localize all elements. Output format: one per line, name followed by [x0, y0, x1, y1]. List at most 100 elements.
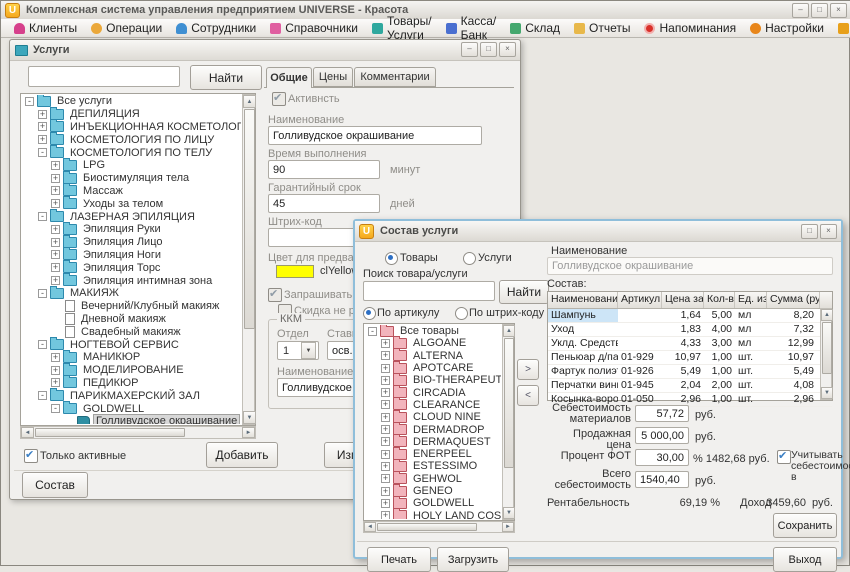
scroll-thumb[interactable] — [504, 338, 514, 468]
table-row[interactable]: Уклд. Средства 4,33 3,00 мл 12,99 — [548, 337, 832, 351]
tree-item[interactable]: + МАНИКЮР — [22, 351, 241, 364]
tree-expand-toggle[interactable]: + — [51, 263, 60, 272]
tree-item[interactable]: + GEHWOL — [365, 473, 501, 485]
tree-item[interactable]: + Биостимуляция тела — [22, 172, 241, 185]
tree-item[interactable]: + GOLDWELL — [365, 497, 501, 509]
services-close-button[interactable]: × — [499, 42, 516, 57]
menu-item[interactable]: Товары/Услуги — [365, 19, 439, 37]
tree-expand-toggle[interactable]: + — [381, 511, 390, 519]
col-sum[interactable]: Сумма (руб — [767, 292, 820, 308]
tree-expand-toggle[interactable]: + — [381, 499, 390, 508]
scroll-up-icon[interactable]: ▲ — [243, 95, 256, 108]
table-row[interactable]: Уход 1,83 4,00 мл 7,32 — [548, 323, 832, 337]
tree-expand-toggle[interactable]: + — [38, 122, 47, 131]
tree-expand-toggle[interactable]: + — [51, 353, 60, 362]
tree-item[interactable]: + Эпиляция Ноги — [22, 249, 241, 262]
tree-item[interactable]: + CIRCADIA — [365, 386, 501, 398]
tree-expand-toggle[interactable]: + — [381, 376, 390, 385]
col-article[interactable]: Артикул — [618, 292, 662, 308]
compose-button[interactable]: Состав — [22, 472, 88, 498]
tree-expand-toggle[interactable]: + — [381, 351, 390, 360]
tree-expand-toggle[interactable]: - — [38, 212, 47, 221]
menu-item[interactable]: Сервис — [831, 19, 850, 37]
tree-expand-toggle[interactable]: + — [51, 161, 60, 170]
tree-horizontal-scrollbar[interactable]: ◄ ► — [20, 426, 256, 439]
tree-item[interactable]: Вечерний/Клубный макияж — [22, 300, 241, 313]
scroll-down-icon[interactable]: ▼ — [243, 411, 256, 424]
table-row[interactable]: Шампунь 1,64 5,00 мл 8,20 — [548, 309, 832, 323]
tree-item[interactable]: + APOTCARE — [365, 362, 501, 374]
menu-item[interactable]: Сотрудники — [169, 19, 263, 37]
tree-item[interactable]: + МОДЕЛИРОВАНИЕ — [22, 364, 241, 377]
tab-comments[interactable]: Комментарии — [354, 67, 436, 87]
table-vertical-scrollbar[interactable]: ▲ ▼ — [820, 308, 832, 400]
tree-expand-toggle[interactable]: - — [51, 404, 60, 413]
tree-item[interactable]: - GOLDWELL — [22, 402, 241, 415]
scroll-right-icon[interactable]: ► — [242, 427, 255, 438]
menu-item[interactable]: Касса/Банк — [439, 19, 504, 37]
tree-item[interactable]: + Эпиляция Торс — [22, 261, 241, 274]
tree-expand-toggle[interactable]: + — [381, 437, 390, 446]
scroll-thumb[interactable] — [822, 322, 832, 374]
goods-tree-horizontal-scrollbar[interactable]: ◄ ► — [363, 521, 515, 533]
services-maximize-button[interactable]: □ — [480, 42, 497, 57]
by-article-radio[interactable] — [363, 307, 376, 320]
tree-item[interactable]: + ENERPEEL — [365, 448, 501, 460]
tree-item[interactable]: Дневной макияж — [22, 313, 241, 326]
scroll-left-icon[interactable]: ◄ — [364, 522, 376, 532]
tree-item[interactable]: - ЛАЗЕРНАЯ ЭПИЛЯЦИЯ — [22, 210, 241, 223]
tree-expand-toggle[interactable]: + — [381, 462, 390, 471]
total-cost-input[interactable]: 1540,40 — [635, 471, 689, 488]
scroll-down-icon[interactable]: ▼ — [821, 387, 833, 399]
scroll-thumb[interactable] — [35, 428, 185, 437]
tree-expand-toggle[interactable]: - — [25, 97, 34, 106]
tree-expand-toggle[interactable]: + — [51, 199, 60, 208]
item-find-button[interactable]: Найти — [499, 280, 549, 304]
by-barcode-radio[interactable] — [455, 307, 468, 320]
tree-item[interactable]: - ПАРИКМАХЕРСКИЙ ЗАЛ — [22, 389, 241, 402]
tree-expand-toggle[interactable]: + — [381, 474, 390, 483]
tree-expand-toggle[interactable]: + — [381, 388, 390, 397]
services-minimize-button[interactable]: – — [461, 42, 478, 57]
service-find-button[interactable]: Найти — [190, 65, 262, 90]
dialog-close-button[interactable]: × — [820, 224, 837, 239]
tree-vertical-scrollbar[interactable]: ▲ ▼ — [242, 94, 255, 425]
minimize-button[interactable]: – — [792, 3, 809, 18]
consider-cost-checkbox[interactable] — [777, 450, 791, 464]
table-row[interactable]: Пеньюар д/парик 01-929 10,97 1,00 шт. 10… — [548, 351, 832, 365]
item-search-input[interactable] — [363, 281, 495, 301]
tree-expand-toggle[interactable]: + — [38, 110, 47, 119]
add-button[interactable]: Добавить — [206, 442, 278, 468]
tree-item[interactable]: + CLEARANCE — [365, 399, 501, 411]
goods-tree-vertical-scrollbar[interactable]: ▲ ▼ — [502, 324, 514, 520]
fot-percent-input[interactable]: 30,00 — [635, 449, 689, 466]
kkm-dept-select[interactable]: 1 ▼ — [277, 341, 319, 360]
tree-item[interactable]: + HOLY LAND COSMETICS — [365, 509, 501, 519]
scroll-thumb[interactable] — [377, 523, 477, 531]
services-radio[interactable] — [463, 252, 476, 265]
tree-item[interactable]: + DERMAQUEST — [365, 436, 501, 448]
menu-item[interactable]: Отчеты — [567, 19, 637, 37]
tree-expand-toggle[interactable]: + — [381, 400, 390, 409]
tree-expand-toggle[interactable]: + — [51, 238, 60, 247]
menu-item[interactable]: Склад — [503, 19, 567, 37]
scroll-up-icon[interactable]: ▲ — [821, 309, 833, 321]
tree-expand-toggle[interactable]: + — [381, 425, 390, 434]
name-input[interactable]: Голливудское окрашивание — [268, 126, 482, 145]
remove-item-button[interactable]: < — [517, 385, 539, 406]
tree-expand-toggle[interactable]: - — [38, 148, 47, 157]
tree-item[interactable]: - МАКИЯЖ — [22, 287, 241, 300]
warranty-input[interactable]: 45 — [268, 194, 380, 213]
tree-item[interactable]: + DERMADROP — [365, 423, 501, 435]
tree-expand-toggle[interactable]: - — [38, 391, 47, 400]
tree-expand-toggle[interactable]: + — [51, 225, 60, 234]
tree-item[interactable]: + LPG — [22, 159, 241, 172]
goods-radio[interactable] — [385, 252, 398, 265]
menu-item[interactable]: Напоминания — [637, 19, 743, 37]
tree-expand-toggle[interactable]: + — [51, 366, 60, 375]
tab-general[interactable]: Общие — [266, 67, 312, 88]
maximize-button[interactable]: □ — [811, 3, 828, 18]
materials-cost-input[interactable]: 57,72 — [635, 405, 689, 422]
col-qty[interactable]: Кол-во — [704, 292, 735, 308]
only-active-checkbox[interactable] — [24, 449, 38, 463]
